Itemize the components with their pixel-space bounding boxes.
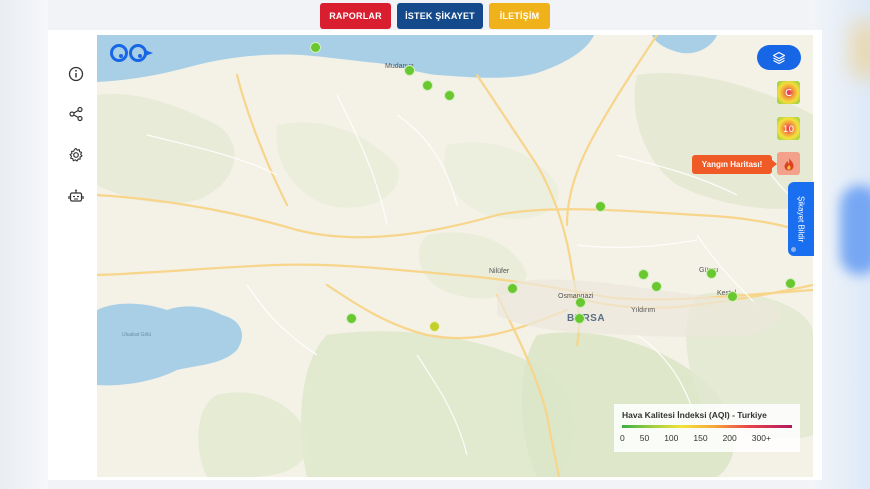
aqi-station-marker[interactable] [650, 280, 662, 292]
heatmap-icon: 10 [783, 125, 795, 135]
report-complaint-tab[interactable]: Şikayet Bildir [788, 182, 814, 256]
legend-tick: 0 [620, 433, 625, 443]
aqi-station-marker[interactable] [705, 267, 717, 279]
aqi-station-marker[interactable] [573, 312, 585, 324]
map-label-uluabat: Uluabat Gölü [122, 332, 152, 338]
fire-map-button[interactable] [777, 152, 800, 175]
aqi-station-marker[interactable] [309, 41, 321, 53]
aqi-legend: Hava Kalitesi İndeksi (AQI) - Turkiye 0 … [614, 404, 800, 452]
contact-button[interactable]: İLETİŞİM [489, 3, 550, 29]
aqi-station-marker[interactable] [506, 282, 518, 294]
legend-tick: 200 [722, 433, 737, 443]
legend-ticks: 0 50 100 150 200 300+ [620, 433, 796, 443]
map-label-bursa: BURSA [567, 313, 606, 324]
report-complaint-label: Şikayet Bildir [796, 195, 806, 243]
legend-title: Hava Kalitesi İndeksi (AQI) - Turkiye [622, 410, 767, 420]
robot-icon[interactable] [67, 187, 85, 205]
map-label-yildirim: Yıldırım [631, 307, 656, 314]
legend-color-scale [622, 425, 792, 428]
background-decoration [850, 20, 870, 80]
aqi-station-marker[interactable] [428, 320, 440, 332]
map-label-nilufer: Nilüfer [489, 268, 510, 275]
page-background-left [0, 0, 48, 489]
heatmap-layer-thumbnail[interactable]: C [777, 81, 800, 104]
aqi-station-marker[interactable] [637, 268, 649, 280]
aqi-station-marker[interactable] [594, 200, 606, 212]
reports-button[interactable]: RAPORLAR [320, 3, 391, 29]
aqi-station-marker[interactable] [345, 312, 357, 324]
background-decoration [840, 185, 870, 275]
app-logo[interactable] [108, 42, 154, 69]
aqi-station-marker[interactable] [574, 296, 586, 308]
fire-icon [784, 157, 794, 170]
heatmap-icon: C [785, 88, 792, 99]
aqi-station-marker[interactable] [403, 64, 415, 76]
legend-tick: 300+ [751, 433, 771, 443]
fire-map-label[interactable]: Yangın Haritası! [692, 155, 777, 174]
layers-icon [772, 51, 786, 64]
aqi-station-marker[interactable] [726, 290, 738, 302]
legend-tick: 100 [664, 433, 679, 443]
aqi-station-marker[interactable] [443, 89, 455, 101]
settings-icon[interactable] [67, 146, 85, 164]
legend-tick: 150 [693, 433, 708, 443]
aqi-station-marker[interactable] [784, 277, 796, 289]
svg-text:C: C [785, 88, 792, 99]
svg-text:10: 10 [783, 125, 795, 135]
share-icon[interactable] [67, 105, 85, 123]
request-complaint-button[interactable]: İSTEK ŞİKAYET [397, 3, 483, 29]
heatmap-layer-thumbnail[interactable]: 10 [777, 117, 800, 140]
info-icon[interactable] [67, 65, 85, 83]
status-dot [791, 247, 796, 252]
layers-button[interactable] [757, 45, 801, 70]
legend-tick: 50 [639, 433, 650, 443]
aqi-station-marker[interactable] [421, 79, 433, 91]
